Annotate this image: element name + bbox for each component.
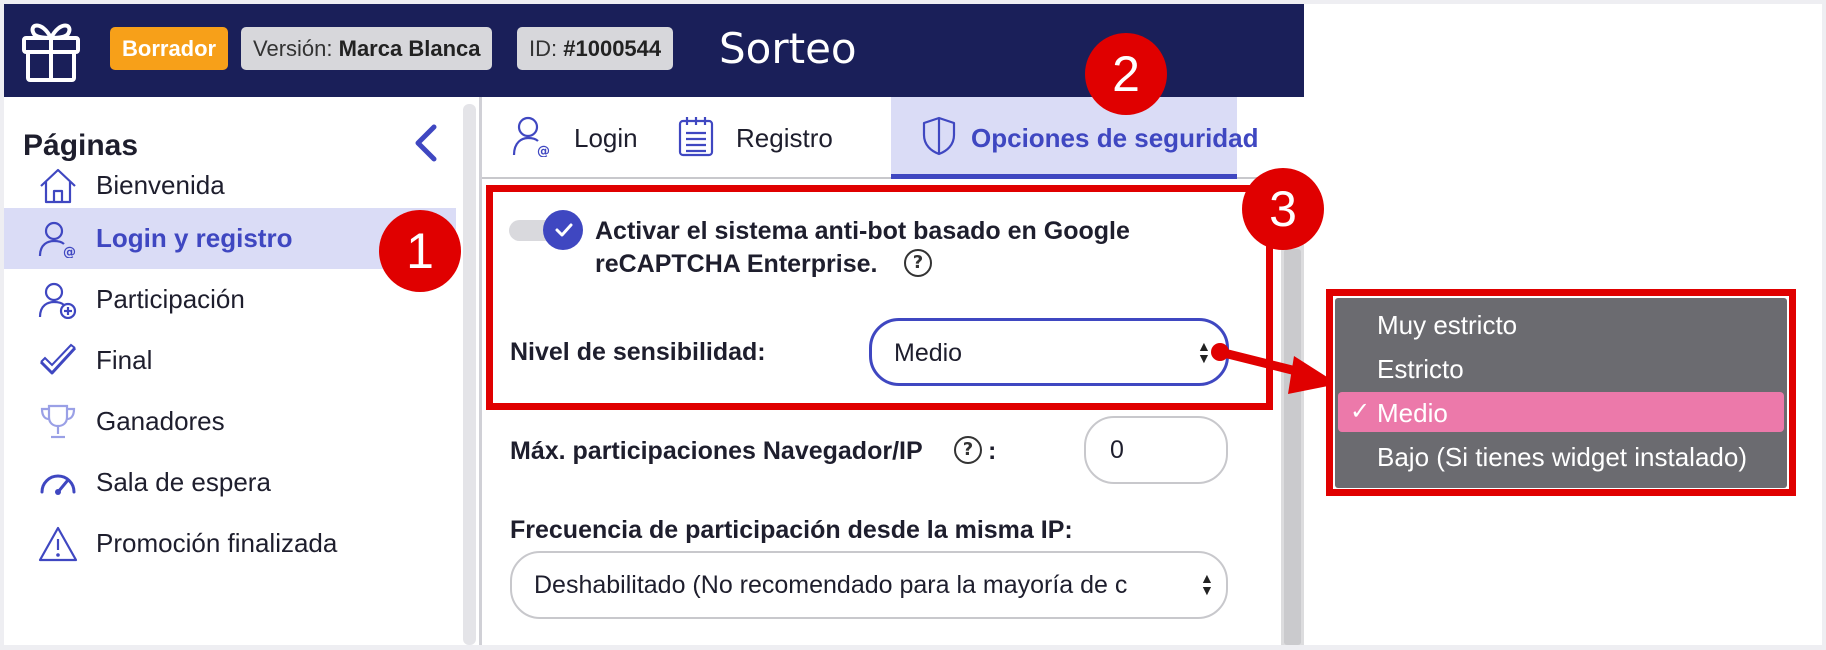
recaptcha-help-icon[interactable]: ? xyxy=(904,249,932,277)
id-label: ID: xyxy=(529,36,558,61)
sidebar-item-final[interactable]: Final xyxy=(4,330,456,391)
trophy-icon xyxy=(40,404,76,439)
sidebar-item-ganadores[interactable]: Ganadores xyxy=(4,391,456,452)
max-participations-help-icon[interactable]: ? xyxy=(954,436,982,464)
tab-label: Opciones de seguridad xyxy=(971,123,1259,153)
svg-text:@: @ xyxy=(63,245,76,258)
home-icon xyxy=(40,168,76,204)
check-icon xyxy=(39,343,77,375)
tab-bar: @ Login Registro Opciones de seguridad xyxy=(482,97,1304,179)
select-arrows-icon: ▲ ▼ xyxy=(1200,570,1214,598)
user-at-icon: @ xyxy=(512,116,550,157)
menu-option-label: Muy estricto xyxy=(1377,310,1518,340)
sidebar-item-label: Promoción finalizada xyxy=(96,528,338,558)
frequency-label: Frecuencia de participación desde la mis… xyxy=(510,516,1073,544)
menu-option-bajo[interactable]: Bajo (Si tienes widget instalado) xyxy=(1335,436,1787,476)
sidebar: Páginas Bienvenida @ Login y registro Pa… xyxy=(4,97,460,645)
max-participations-label: Máx. participaciones Navegador/IP xyxy=(510,437,923,465)
frequency-select[interactable]: Deshabilitado (No recomendado para la ma… xyxy=(510,551,1228,619)
sensitivity-select-value: Medio xyxy=(894,339,963,367)
content-scrollbar-thumb[interactable] xyxy=(1284,249,1301,645)
sidebar-item-bienvenida[interactable]: Bienvenida xyxy=(4,155,456,216)
sidebar-item-label: Sala de espera xyxy=(96,467,271,497)
step-marker-3: 3 xyxy=(1242,168,1324,250)
version-value: Marca Blanca xyxy=(338,36,481,61)
svg-text:@: @ xyxy=(537,144,550,157)
sidebar-item-sala-de-espera[interactable]: Sala de espera xyxy=(4,452,456,513)
frequency-select-value: Deshabilitado (No recomendado para la ma… xyxy=(534,571,1128,599)
select-arrows-icon: ▲ ▼ xyxy=(1197,338,1211,366)
sidebar-item-label: Final xyxy=(96,345,153,375)
sidebar-item-participacion[interactable]: Participación xyxy=(4,269,456,330)
id-badge: ID: #1000544 xyxy=(517,27,674,70)
warning-icon xyxy=(38,526,78,562)
user-at-icon: @ xyxy=(38,221,76,258)
sidebar-item-label: Ganadores xyxy=(96,406,225,436)
page-title: Sorteo xyxy=(719,24,857,73)
recaptcha-toggle[interactable] xyxy=(509,210,585,250)
step-marker-1: 1 xyxy=(379,210,461,292)
menu-option-estricto[interactable]: Estricto xyxy=(1335,348,1787,388)
version-badge: Versión: Marca Blanca xyxy=(241,27,493,70)
max-participations-input[interactable]: 0 xyxy=(1084,416,1228,484)
speedometer-icon xyxy=(40,474,76,495)
menu-option-label: Estricto xyxy=(1377,354,1464,384)
recaptcha-label-line1: Activar el sistema anti-bot basado en Go… xyxy=(595,217,1130,245)
step-marker-2: 2 xyxy=(1085,33,1167,115)
sidebar-item-promocion-finalizada[interactable]: Promoción finalizada xyxy=(4,513,456,574)
check-mark-icon: ✓ xyxy=(1350,397,1371,425)
checkmark-icon xyxy=(555,223,573,237)
sidebar-item-label: Participación xyxy=(96,284,245,314)
sensitivity-dropdown-menu: Muy estricto Estricto ✓ Medio Bajo (Si t… xyxy=(1335,298,1787,488)
sidebar-scrollbar[interactable] xyxy=(463,104,476,645)
tab-registro[interactable]: Registro xyxy=(662,97,842,177)
status-badge-draft: Borrador xyxy=(110,27,229,70)
sensitivity-select[interactable]: Medio ▲ ▼ xyxy=(869,318,1229,386)
menu-option-label: Medio xyxy=(1377,398,1448,428)
sidebar-item-label: Bienvenida xyxy=(96,170,225,200)
recaptcha-label-line2: reCAPTCHA Enterprise. xyxy=(595,250,878,278)
menu-option-label: Bajo (Si tienes widget instalado) xyxy=(1377,442,1747,472)
pointer-arrow xyxy=(1211,343,1338,394)
max-participations-colon: : xyxy=(988,437,997,465)
tab-opciones-de-seguridad[interactable]: Opciones de seguridad xyxy=(891,97,1259,179)
tab-login[interactable]: @ Login xyxy=(482,97,662,177)
notepad-icon xyxy=(678,117,714,157)
id-value: #1000544 xyxy=(563,36,662,61)
version-label: Versión: xyxy=(253,36,333,61)
tab-label: Registro xyxy=(736,123,833,153)
shield-icon xyxy=(922,116,956,156)
gift-icon[interactable] xyxy=(18,14,84,86)
menu-option-muy-estricto[interactable]: Muy estricto xyxy=(1335,304,1787,344)
sidebar-item-label: Login y registro xyxy=(96,223,293,253)
user-plus-icon xyxy=(38,282,77,319)
sensitivity-label: Nivel de sensibilidad: xyxy=(510,338,766,366)
tab-label: Login xyxy=(574,123,638,153)
menu-option-medio[interactable]: ✓ Medio xyxy=(1338,392,1784,432)
max-participations-value: 0 xyxy=(1110,436,1124,464)
